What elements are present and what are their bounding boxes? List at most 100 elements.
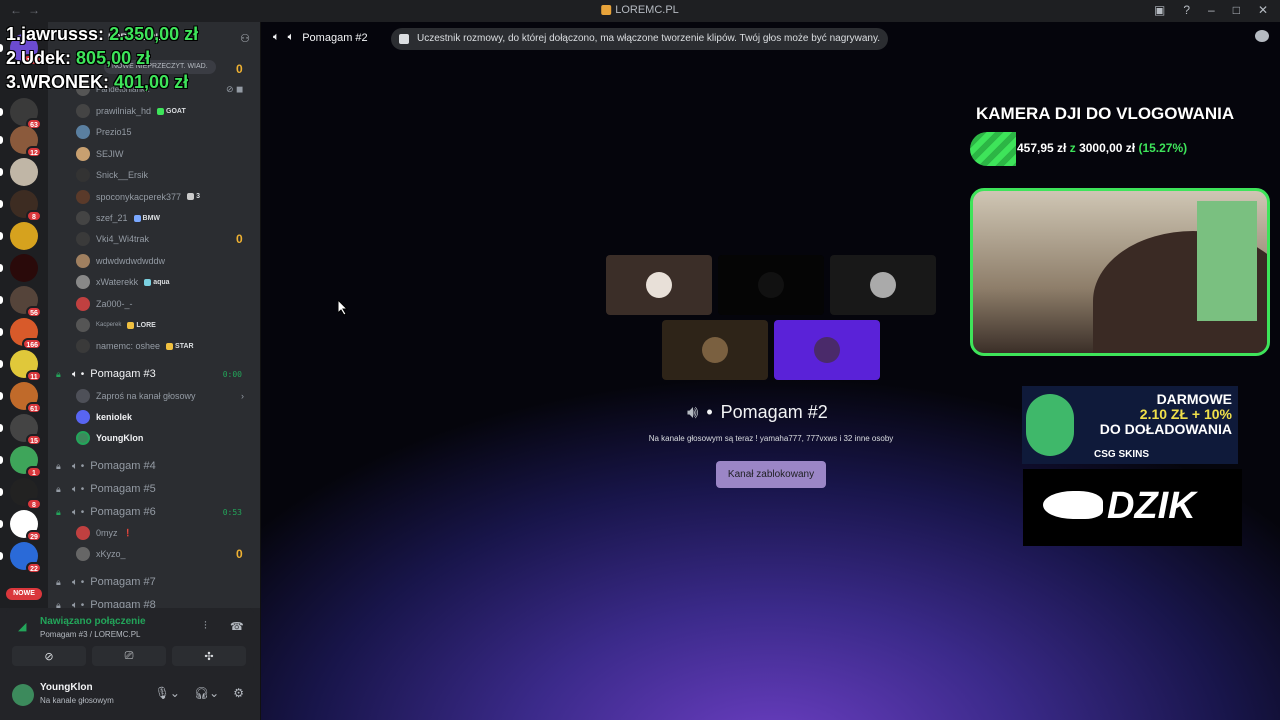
lock-icon: 🔒︎ [56,600,61,608]
voice-channel-pomagam-5[interactable]: 🔒︎ 🔈︎ • Pomagam #5 [56,479,252,499]
role-tag: BMW [133,214,160,222]
role-tag: GOAT [157,107,186,115]
voice-user[interactable]: prawilniak_hd GOAT [76,102,256,120]
unread-indicator [0,392,3,400]
server-icon[interactable] [10,158,38,186]
unread-indicator [0,296,3,304]
participant-tile[interactable] [718,255,824,315]
speaker-icon: 🔈︎ • [72,460,85,472]
window-title: LOREMC.PL [601,4,679,16]
top-bar: 🔈︎ 🔈︎ Pomagam #2 Uczestnik rozmowy, do k… [261,22,1280,52]
dzik-ad: DZIK [1023,469,1242,546]
user-avatar[interactable] [12,684,34,706]
camera-off-icon: ⊘ [44,650,54,663]
add-member-icon[interactable]: ⚇ [240,32,250,45]
signal-icon[interactable]: ◢ [18,620,26,633]
participant-tile[interactable] [830,255,936,315]
clip-icon [399,34,409,44]
server-icon[interactable]: 8 [10,478,42,510]
server-icon[interactable]: 61 [10,382,42,414]
disconnect-icon[interactable]: ☎ [230,620,244,633]
voice-user[interactable]: YoungKlon [76,429,256,447]
title-bar: ←→ LOREMC.PL ▣ ? – □ ✕ [0,0,1280,22]
chevron-right-icon: › [241,391,244,401]
voice-user[interactable]: Vki4_Wi4trak [76,230,256,248]
unread-indicator [0,200,3,208]
role-tag: LORE [127,321,156,329]
server-icon[interactable]: 166 [10,318,42,350]
speaker-icon: 🔊︎ [687,402,699,422]
mention-badge: 8 [26,210,42,222]
voice-channel-pomagam-3[interactable]: 🔒︎ 🔈︎ • Pomagam #3 0:00 [56,364,252,384]
voice-user[interactable]: wdwdwdwdwddw [76,252,256,270]
activities-button[interactable]: ✣ [172,646,246,666]
server-icon[interactable]: 56 [10,286,42,318]
voice-user[interactable]: xKyzo_ [76,545,256,563]
server-icon[interactable]: 29 [10,510,42,542]
voice-user[interactable]: Prezio15 [76,123,256,141]
camera-toggle-button[interactable]: ⊘ [12,646,86,666]
back-forward-icons[interactable]: ←→ [10,3,46,17]
invite-to-voice[interactable]: Zaproś na kanał głosowy › [76,387,252,405]
settings-gear-icon[interactable]: ⚙ [233,686,244,700]
server-icon[interactable] [10,222,38,250]
user-status: Na kanale głosowym [40,696,114,705]
channel-list: LOREMC.PL ⚇ NOWE NIEPRZECZYT. WIAD. 0 Pa… [48,22,260,608]
help-icon[interactable]: ? [1183,3,1190,17]
channel-locked-button[interactable]: Kanał zablokowany [716,461,826,488]
server-icon[interactable]: 8 [10,190,42,222]
voice-user[interactable]: Kacperek LORE [76,316,256,334]
voice-channel-pomagam-7[interactable]: 🔒︎ 🔈︎ • Pomagam #7 [56,572,252,592]
voice-channel-pomagam-4[interactable]: 🔒︎ 🔈︎ • Pomagam #4 [56,456,252,476]
microphone-icon[interactable]: 🎙︎⌄ [155,686,180,700]
voice-user[interactable]: SEJIW [76,145,256,163]
server-icon[interactable]: 63 [10,98,42,130]
avatar [76,410,90,424]
connection-status: Nawiązano połączenie [40,616,146,627]
invite-icon [76,389,90,403]
voice-user[interactable]: xWaterekk aqua [76,273,256,291]
window-controls: ▣ ? – □ ✕ [1154,3,1268,17]
voice-user[interactable]: spoconykacperek377 3 [76,188,256,206]
headphones-icon[interactable]: 🎧︎⌄ [194,686,219,700]
voice-user[interactable]: namemc: oshee STAR [76,337,256,355]
voice-user[interactable]: 0myz ❗ [76,524,256,542]
webcam-overlay [970,188,1270,356]
avatar [76,275,90,290]
unread-indicator [0,108,3,116]
new-unreads-pill[interactable]: NOWE [6,588,42,600]
donation-goal-title: KAMERA DJI DO VLOGOWANIA [976,104,1235,123]
close-button[interactable]: ✕ [1258,3,1268,17]
participant-tile[interactable] [774,320,880,380]
server-icon[interactable]: 22 [10,542,42,574]
server-avatar [10,158,38,186]
server-icon[interactable]: 15 [10,414,42,446]
server-icon[interactable]: 1 [10,446,42,478]
participant-tile[interactable] [662,320,768,380]
participant-tile[interactable] [606,255,712,315]
screen-share-button[interactable]: ⎚ [92,646,166,666]
server-icon[interactable]: 12 [10,126,42,158]
lock-icon: 🔒︎ [56,369,61,379]
role-tag: 3 [187,193,200,201]
donation-goal-progress [970,132,1016,166]
clips-notice[interactable]: Uczestnik rozmowy, do której dołączono, … [391,28,888,50]
server-icon[interactable]: 11 [10,350,42,382]
avatar [76,526,90,540]
maximize-button[interactable]: □ [1233,3,1240,17]
voice-channel-pomagam-6[interactable]: 🔒︎ 🔈︎ • Pomagam #6 0:53 [56,502,252,522]
voice-user[interactable]: szef_21 BMW [76,209,256,227]
voice-user[interactable]: Za000-_- [76,295,256,313]
voice-user[interactable]: Snick__Ersik [76,166,256,184]
lock-icon: 🔒︎ [56,461,61,471]
mention-badge: 1 [26,466,42,478]
speaker-icon: 🔈︎ • [72,599,85,609]
noise-suppression-icon[interactable]: ⫶ [204,620,207,633]
leader-row-1: 1.jawrusss: 2.350,00 zł [6,24,199,44]
voice-user[interactable]: keniolek [76,408,256,426]
server-icon[interactable] [10,254,38,282]
chat-icon[interactable] [1255,30,1269,42]
minimize-button[interactable]: – [1208,3,1215,17]
voice-channel-pomagam-8[interactable]: 🔒︎ 🔈︎ • Pomagam #8 [56,595,252,608]
inbox-icon[interactable]: ▣ [1154,3,1165,17]
